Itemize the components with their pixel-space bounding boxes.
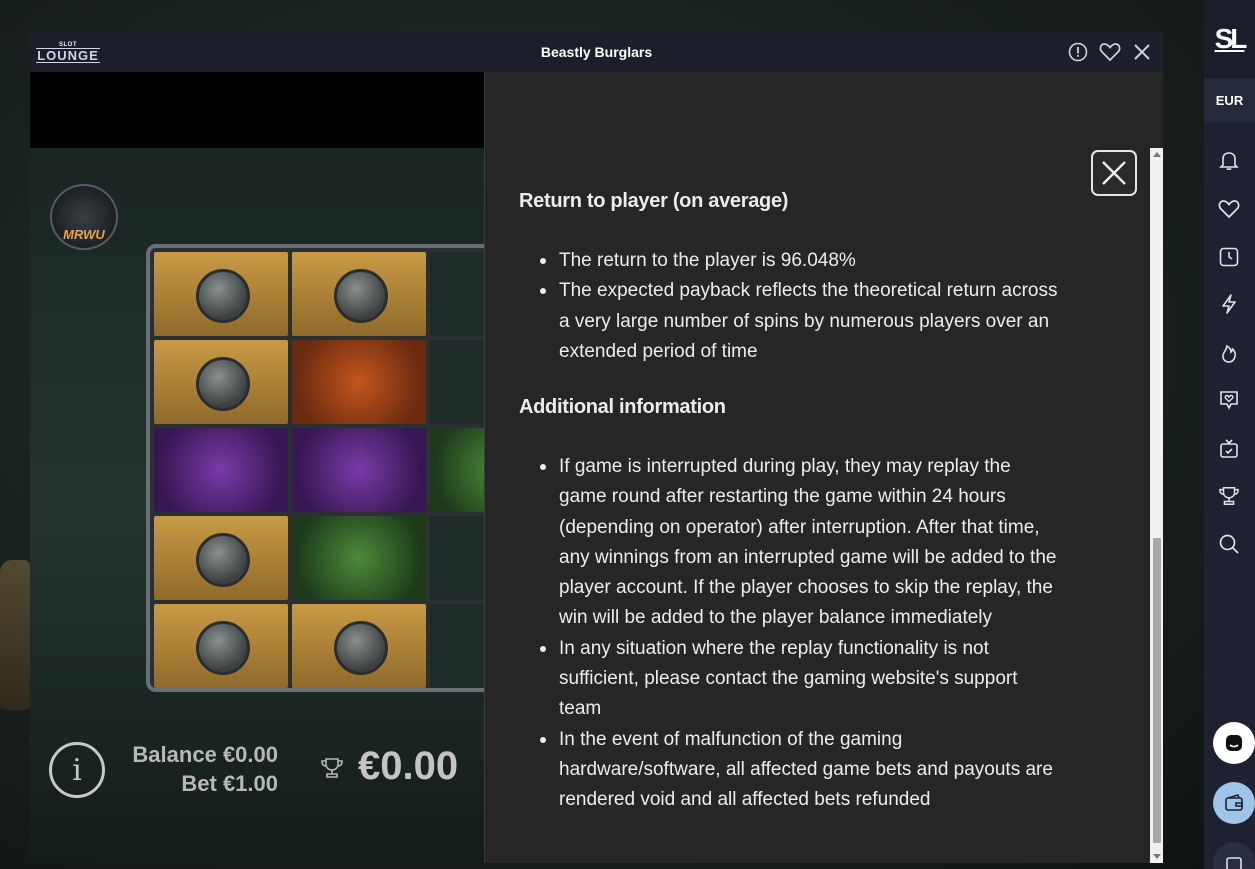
reel-symbol (430, 252, 485, 336)
favorite-button[interactable] (1099, 41, 1121, 63)
game-window: SLOT LOUNGE Beastly Burglars MRWU i Bala… (30, 32, 1163, 863)
live-casino-button[interactable] (1217, 437, 1241, 461)
reel-symbol (430, 516, 485, 600)
game-bottom-bar: i Balance €0.00 Bet €1.00 €0.00 (30, 728, 485, 828)
balance-value: €0.00 (222, 742, 278, 767)
wallet-button[interactable] (1213, 782, 1255, 824)
trophy-icon (321, 758, 343, 778)
recent-games-button[interactable] (1217, 245, 1241, 269)
brand-badge-text: MRWU (63, 227, 105, 242)
wallet-icon (1225, 794, 1243, 811)
bet-row: Bet €1.00 (130, 769, 278, 798)
reel-symbol (430, 340, 485, 424)
game-info-button[interactable]: i (49, 742, 105, 798)
reel-symbol-safe (154, 604, 288, 688)
reel-frame (146, 244, 485, 692)
reel-symbol-bird (292, 516, 426, 600)
balance-bet-display: Balance €0.00 Bet €1.00 (130, 740, 278, 798)
bet-label: Bet (181, 771, 217, 796)
balance-row: Balance €0.00 (130, 740, 278, 769)
info-icon: i (72, 752, 82, 788)
heart-icon (1099, 43, 1121, 62)
quick-games-button[interactable] (1217, 292, 1241, 316)
close-rules-button[interactable] (1091, 150, 1137, 196)
reel-grid (154, 252, 485, 688)
scroll-thumb[interactable] (1153, 538, 1161, 843)
reel-symbol-safe (292, 604, 426, 688)
additional-info-heading: Additional information (519, 396, 726, 418)
report-button[interactable] (1067, 41, 1089, 63)
chat-button[interactable] (1213, 722, 1255, 764)
background-statue (0, 560, 30, 710)
game-rules-panel: Return to player (on average) The return… (484, 72, 1163, 863)
scroll-down-icon[interactable] (1152, 851, 1162, 861)
reel-symbol-hacker (292, 428, 426, 512)
sl-logo[interactable]: SL (1204, 0, 1255, 78)
win-amount: €0.00 (358, 744, 459, 788)
reel-symbol-safe (154, 340, 288, 424)
reel-symbol-safe (292, 252, 426, 336)
list-item: In the event of malfunction of the gamin… (519, 725, 1059, 816)
close-icon (1102, 161, 1126, 185)
search-button[interactable] (1217, 532, 1241, 556)
sl-logo-text: SL (1214, 23, 1248, 54)
heart-icon (1218, 200, 1240, 219)
more-button[interactable] (1213, 842, 1255, 869)
list-item: If game is interrupted during play, they… (519, 452, 1059, 634)
reel-symbol-safe (154, 516, 288, 600)
scroll-up-icon[interactable] (1152, 150, 1162, 160)
favorites-button[interactable] (1217, 197, 1241, 221)
list-item: In any situation where the replay functi… (519, 634, 1059, 725)
close-game-button[interactable] (1131, 41, 1153, 63)
game-titlebar: SLOT LOUNGE Beastly Burglars (30, 32, 1163, 72)
notifications-button[interactable] (1217, 148, 1241, 172)
flame-icon (1222, 344, 1236, 363)
bet-value: €1.00 (222, 771, 278, 796)
reel-symbol (430, 604, 485, 688)
game-canvas[interactable]: MRWU i Balance €0.00 Bet €1.00 €0.00 (30, 148, 485, 863)
reel-symbol-monkey (430, 428, 485, 512)
mrwu-originals-badge: MRWU (50, 184, 118, 250)
close-icon (1134, 44, 1150, 60)
reel-symbol-hacker (154, 428, 288, 512)
exclamation-circle-icon (1068, 42, 1088, 62)
bell-icon (1219, 152, 1239, 171)
heart-badge-icon (1220, 391, 1238, 410)
list-item: The return to the player is 96.048% (519, 246, 1059, 276)
reel-symbol-safe (154, 252, 288, 336)
currency-selector[interactable]: EUR (1204, 78, 1255, 122)
list-item: The expected payback reflects the theore… (519, 276, 1059, 367)
tv-icon (1220, 439, 1238, 458)
lightning-icon (1222, 294, 1236, 314)
loyalty-button[interactable] (1217, 388, 1241, 412)
tournaments-button[interactable] (1217, 484, 1241, 508)
titlebar-actions (1067, 41, 1153, 63)
additional-info-list: If game is interrupted during play, they… (519, 452, 1059, 816)
rtp-heading: Return to player (on average) (519, 190, 789, 212)
hot-games-button[interactable] (1217, 341, 1241, 365)
slot-lounge-logo[interactable]: SLOT LOUNGE (36, 40, 100, 64)
square-icon (1226, 857, 1242, 869)
balance-label: Balance (132, 742, 217, 767)
search-icon (1219, 534, 1239, 554)
logo-big-text: LOUNGE (36, 47, 100, 63)
rtp-list: The return to the player is 96.048% The … (519, 246, 1059, 367)
clock-icon (1219, 247, 1239, 267)
reel-symbol-fox (292, 340, 426, 424)
chat-icon (1226, 735, 1242, 751)
rules-scrollbar[interactable] (1150, 148, 1163, 863)
trophy-icon (1219, 487, 1239, 505)
game-title: Beastly Burglars (540, 44, 653, 60)
right-sidebar: SL EUR (1204, 0, 1255, 869)
